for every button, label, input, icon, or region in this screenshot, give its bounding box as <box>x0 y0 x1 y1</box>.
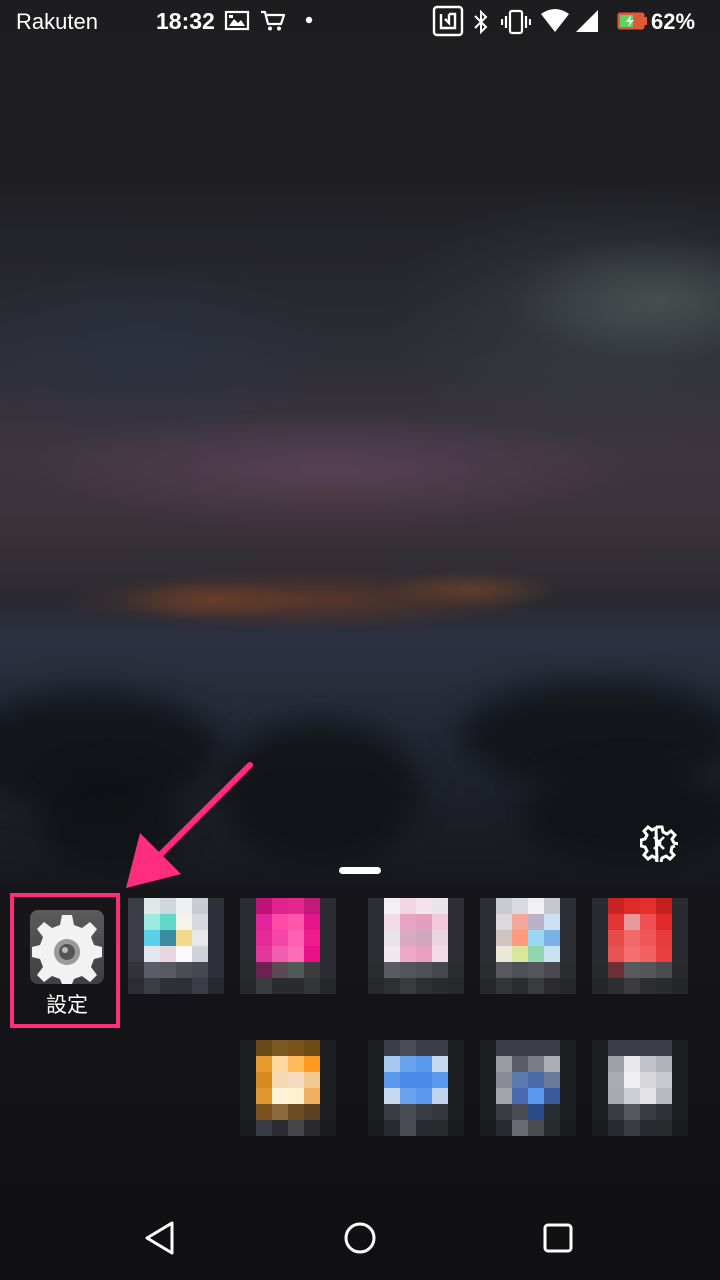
wifi-icon <box>541 9 569 32</box>
annotation-highlight-box <box>10 893 120 1028</box>
navigation-bar <box>0 1200 720 1280</box>
vibrate-icon <box>501 9 531 35</box>
nfc-icon <box>432 5 464 37</box>
redacted-app-icon[interactable] <box>592 898 688 994</box>
bluetooth-icon <box>474 9 488 35</box>
redacted-app-icon[interactable] <box>368 1040 464 1136</box>
status-clock: 18:32 <box>156 8 215 34</box>
signal-icon <box>576 10 598 32</box>
redacted-app-icon[interactable] <box>240 898 336 994</box>
dot-icon <box>305 16 313 24</box>
app-drawer-handle[interactable] <box>339 867 381 874</box>
redacted-app-icon[interactable] <box>480 898 576 994</box>
battery-charging-icon <box>617 12 647 30</box>
recents-icon[interactable] <box>538 1218 578 1258</box>
redacted-app-icon[interactable] <box>592 1040 688 1136</box>
battery-percentage: 62% <box>651 9 696 34</box>
back-icon[interactable] <box>140 1218 180 1258</box>
gallery-icon <box>224 10 250 31</box>
redacted-app-icon[interactable] <box>480 1040 576 1136</box>
shopping-cart-icon <box>261 10 286 31</box>
launcher-settings-gear-icon[interactable] <box>640 824 678 862</box>
carrier-name: Rakuten <box>16 9 98 34</box>
status-bar: Rakuten 18:32 62% <box>0 0 720 44</box>
redacted-app-icon[interactable] <box>240 1040 336 1136</box>
home-icon[interactable] <box>340 1218 380 1258</box>
redacted-app-icon[interactable] <box>128 898 224 994</box>
redacted-app-icon[interactable] <box>368 898 464 994</box>
